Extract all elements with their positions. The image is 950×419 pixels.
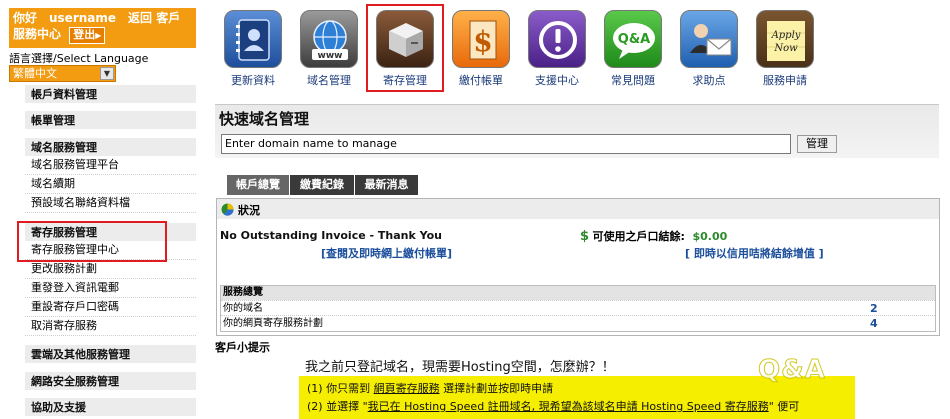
status-header: 狀況 — [217, 199, 939, 219]
nav-domain-manage[interactable]: www 域名管理 — [291, 4, 367, 92]
nav-faq[interactable]: Q&A 常見問題 — [595, 4, 671, 92]
sidebar: 你好 username 返回 客戶 服務中心 登出▶ 語言選擇/Select L… — [0, 0, 196, 419]
nav-label[interactable]: 域名管理 — [291, 72, 367, 88]
tips-answer-line-2: (2) 並選擇 "我已在 Hosting Speed 註冊域名, 現希望為該域名… — [307, 400, 800, 413]
menu-head-security[interactable]: 網路安全服務管理 — [25, 371, 196, 390]
existing-domain-option-link[interactable]: 我已在 Hosting Speed 註冊域名, 現希望為該域名申請 Hostin… — [368, 400, 769, 413]
globe-www-icon[interactable]: www — [300, 10, 358, 68]
tips-question: 我之前只登記域名，現需要Hosting空間，怎麼辦？！ — [305, 360, 615, 375]
quick-domain-panel: 快速域名管理 Enter domain name to manage 管理 — [215, 104, 939, 158]
language-label: 語言選擇/Select Language — [9, 52, 149, 65]
menu-section-account: 帳戶資料管理 — [25, 84, 196, 103]
no-invoice-text: No Outstanding Invoice - Thank You — [220, 229, 442, 242]
nav-label[interactable]: 常見問題 — [595, 72, 671, 88]
menu-item-cancel-hosting[interactable]: 取消寄存服務 — [25, 317, 196, 336]
nav-label[interactable]: 服務申請 — [747, 72, 823, 88]
domain-search-input[interactable]: Enter domain name to manage — [221, 134, 791, 154]
view-pay-bills-link[interactable]: [查閱及即時網上繳付帳單] — [321, 245, 452, 261]
menu-head-account[interactable]: 帳戶資料管理 — [25, 84, 196, 103]
tab-latest-news[interactable]: 最新消息 — [355, 175, 418, 195]
arrow-right-icon: ▶ — [95, 31, 102, 40]
nav-help[interactable]: 求助点 — [671, 4, 747, 92]
menu-head-domain[interactable]: 域名服務管理 — [25, 137, 196, 156]
summary-row-hosting: 你的網頁寄存服務計劃 4 — [221, 315, 935, 330]
credit-label: 可使用之戶口結餘: — [592, 230, 685, 243]
nav-label[interactable]: 支援中心 — [519, 72, 595, 88]
menu-section-cloud: 雲端及其他服務管理 — [25, 344, 196, 363]
summary-label: 你的網頁寄存服務計劃 — [223, 318, 323, 329]
domain-count-link[interactable]: 2 — [870, 301, 878, 316]
svg-text:Q&A: Q&A — [618, 32, 650, 47]
qa-badge-icon: Q&A — [758, 355, 826, 386]
account-overview-panel: 狀況 No Outstanding Invoice - Thank You $ … — [216, 198, 940, 336]
svg-text:www: www — [318, 51, 343, 61]
status-title: 狀況 — [238, 204, 260, 217]
nav-label[interactable]: 求助点 — [671, 72, 747, 88]
summary-label: 你的域名 — [223, 303, 263, 314]
dollar-bill-icon[interactable]: $ — [452, 10, 510, 68]
manage-button[interactable]: 管理 — [797, 135, 837, 153]
hosting-count-link[interactable]: 4 — [870, 316, 878, 331]
tab-account-overview[interactable]: 帳戶總覽 — [227, 175, 289, 195]
tab-payment-history[interactable]: 繳費紀錄 — [290, 175, 354, 195]
logout-button[interactable]: 登出▶ — [69, 27, 106, 44]
menu-item-domain-platform[interactable]: 域名服務管理平台 — [25, 156, 196, 175]
highlight-box-hosting-icon — [366, 4, 444, 92]
svg-text:$: $ — [473, 25, 492, 58]
service-summary-title: 服務總覽 — [221, 286, 935, 300]
menu-head-cloud[interactable]: 雲端及其他服務管理 — [25, 344, 196, 363]
greeting-text: 你好 username 返回 客戶 — [13, 11, 181, 25]
quick-domain-title: 快速域名管理 — [219, 110, 310, 128]
menu-section-support: 協助及支援 — [25, 397, 196, 416]
credit-amount: $0.00 — [692, 230, 728, 243]
menu-section-security: 網路安全服務管理 — [25, 371, 196, 390]
language-select[interactable]: 繁體中文 ▼ — [9, 65, 116, 82]
chevron-down-icon[interactable]: ▼ — [100, 67, 114, 80]
menu-item-domain-renew[interactable]: 域名續期 — [25, 175, 196, 194]
highlight-box-hosting-menu — [17, 221, 167, 262]
nav-update-profile[interactable]: 更新資料 — [215, 4, 291, 92]
qa-bubble-icon[interactable]: Q&A — [604, 10, 662, 68]
menu-head-support[interactable]: 協助及支援 — [25, 397, 196, 416]
nav-service-apply[interactable]: Apply Now 服務申請 — [747, 4, 823, 92]
hosting-service-link[interactable]: 網頁寄存服務 — [374, 382, 440, 395]
nav-label[interactable]: 繳付帳單 — [443, 72, 519, 88]
nav-support-center[interactable]: 支援中心 — [519, 4, 595, 92]
menu-head-billing[interactable]: 帳單管理 — [25, 110, 196, 129]
mail-person-icon[interactable] — [680, 10, 738, 68]
tips-title: 客戶小提示 — [215, 341, 270, 354]
menu-section-domain: 域名服務管理 域名服務管理平台 域名續期 預設域名聯絡資料檔 — [25, 137, 196, 213]
menu-section-billing: 帳單管理 — [25, 110, 196, 129]
greeting-box: 你好 username 返回 客戶 服務中心 登出▶ — [9, 8, 196, 48]
svg-text:Apply: Apply — [771, 30, 801, 41]
apply-now-icon[interactable]: Apply Now — [756, 10, 814, 68]
menu-item-resend-login[interactable]: 重發登入資訊電郵 — [25, 279, 196, 298]
service-summary: 服務總覽 你的域名 2 你的網頁寄存服務計劃 4 — [220, 285, 936, 332]
menu-item-domain-contact[interactable]: 預設域名聯絡資料檔 — [25, 194, 196, 213]
alert-icon[interactable] — [528, 10, 586, 68]
menu-item-reset-password[interactable]: 重設寄存戶口密碼 — [25, 298, 196, 317]
topup-credit-link[interactable]: [ 即時以信用咭將結餘增值 ] — [685, 245, 824, 261]
status-pie-icon — [221, 203, 234, 216]
credit-balance: $ 可使用之戶口結餘: $0.00 — [580, 228, 727, 244]
top-icon-bar: 更新資料 www 域名管理 寄存管理 $ 繳付帳單 支援中心 Q&A 常見問題 … — [215, 4, 815, 94]
summary-row-domains: 你的域名 2 — [221, 300, 935, 315]
dollar-icon: $ — [580, 229, 590, 244]
nav-pay-bills[interactable]: $ 繳付帳單 — [443, 4, 519, 92]
svg-text:Now: Now — [773, 43, 798, 54]
tips-answer-line-1: (1) 你只需到 網頁寄存服務 選擇計劃並按即時申請 — [307, 382, 554, 395]
address-book-icon[interactable] — [224, 10, 282, 68]
menu-item-change-plan[interactable]: 更改服務計劃 — [25, 260, 196, 279]
customer-center-link[interactable]: 服務中心 — [13, 27, 61, 41]
nav-label[interactable]: 更新資料 — [215, 72, 291, 88]
